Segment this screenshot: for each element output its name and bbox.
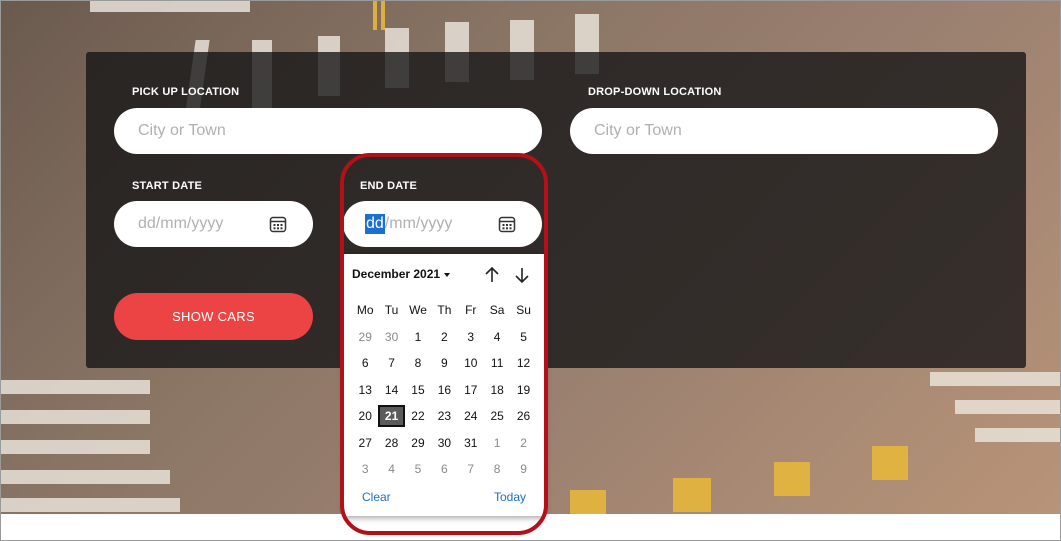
day-cell[interactable]: 20 bbox=[352, 405, 378, 427]
end-date-rest: /mm/yyyy bbox=[384, 215, 453, 232]
clear-button[interactable]: Clear bbox=[362, 490, 391, 504]
calendar-week-row: 13 14 15 16 17 18 19 bbox=[352, 377, 537, 404]
day-cell[interactable]: 19 bbox=[510, 379, 536, 401]
calendar-icon[interactable] bbox=[269, 215, 287, 233]
day-cell[interactable]: 28 bbox=[378, 432, 404, 454]
end-date-day-segment[interactable]: dd bbox=[365, 214, 385, 234]
day-cell[interactable]: 6 bbox=[431, 458, 457, 480]
weekday-label: Th bbox=[437, 303, 452, 318]
day-cell[interactable]: 17 bbox=[458, 379, 484, 401]
day-cell[interactable]: 14 bbox=[378, 379, 404, 401]
day-cell[interactable]: 30 bbox=[431, 432, 457, 454]
day-cell[interactable]: 9 bbox=[510, 458, 536, 480]
start-date-placeholder: dd/mm/yyyy bbox=[138, 215, 224, 232]
month-year-dropdown[interactable]: December 2021 bbox=[352, 267, 451, 281]
day-cell[interactable]: 25 bbox=[484, 405, 510, 427]
day-cell[interactable]: 24 bbox=[458, 405, 484, 427]
today-button[interactable]: Today bbox=[494, 490, 526, 504]
day-cell[interactable]: 3 bbox=[352, 458, 378, 480]
calendar-week-row: 20 21 22 23 24 25 26 bbox=[352, 403, 537, 430]
day-cell[interactable]: 4 bbox=[378, 458, 404, 480]
caret-down-icon bbox=[444, 272, 451, 277]
day-cell[interactable]: 22 bbox=[405, 405, 431, 427]
day-cell[interactable]: 1 bbox=[484, 432, 510, 454]
arrow-down-icon[interactable] bbox=[512, 265, 532, 285]
day-cell[interactable]: 26 bbox=[510, 405, 536, 427]
day-cell[interactable]: 2 bbox=[431, 326, 457, 348]
calendar-week-row: 3456789 bbox=[352, 456, 537, 483]
calendar-week-row: 6 7 8 9 10 11 12 bbox=[352, 350, 537, 377]
arrow-up-icon[interactable] bbox=[482, 265, 502, 285]
page: PICK UP LOCATION City or Town DROP-DOWN … bbox=[0, 0, 1061, 541]
day-cell[interactable]: 7 bbox=[458, 458, 484, 480]
calendar-week-row: 27 28 29 30 31 1 2 bbox=[352, 430, 537, 457]
month-year-label: December 2021 bbox=[352, 267, 441, 281]
weekday-label: Mo bbox=[356, 303, 374, 318]
calendar-grid: Mo Tu We Th Fr Sa Su 29 30 1 2 3 4 5 6 7 8 9 10 11 12 13 14 15 1… bbox=[352, 297, 537, 483]
day-cell[interactable]: 9 bbox=[431, 352, 457, 374]
day-cell[interactable]: 30 bbox=[378, 326, 404, 348]
weekday-label: Tu bbox=[384, 303, 399, 318]
weekday-header-row: Mo Tu We Th Fr Sa Su bbox=[352, 297, 537, 324]
show-cars-button[interactable]: SHOW CARS bbox=[114, 293, 313, 340]
date-picker-popup: December 2021 Mo Tu We Th Fr Sa Su 29 30 1 2 3 4 5 6 7 8… bbox=[344, 254, 545, 516]
weekday-label: Fr bbox=[465, 303, 477, 318]
dropoff-location-label: DROP-DOWN LOCATION bbox=[588, 86, 722, 98]
selected-day-cell[interactable]: 21 bbox=[378, 405, 405, 428]
day-cell[interactable]: 6 bbox=[352, 352, 378, 374]
pickup-location-placeholder: City or Town bbox=[138, 122, 226, 139]
day-cell[interactable]: 16 bbox=[431, 379, 457, 401]
weekday-label: Sa bbox=[489, 303, 505, 318]
day-cell[interactable]: 1 bbox=[405, 326, 431, 348]
start-date-label: START DATE bbox=[132, 180, 203, 192]
pickup-location-label: PICK UP LOCATION bbox=[132, 86, 240, 98]
weekday-label: Su bbox=[516, 303, 531, 318]
day-cell[interactable]: 27 bbox=[352, 432, 378, 454]
day-cell[interactable]: 3 bbox=[458, 326, 484, 348]
day-cell[interactable]: 5 bbox=[405, 458, 431, 480]
day-cell[interactable]: 11 bbox=[484, 352, 510, 374]
day-cell[interactable]: 10 bbox=[458, 352, 484, 374]
day-cell[interactable]: 23 bbox=[431, 405, 457, 427]
day-cell[interactable]: 29 bbox=[405, 432, 431, 454]
page-footer-area bbox=[0, 514, 1061, 541]
day-cell[interactable]: 2 bbox=[510, 432, 536, 454]
day-cell[interactable]: 8 bbox=[484, 458, 510, 480]
pickup-location-input[interactable]: City or Town bbox=[114, 108, 542, 154]
day-cell[interactable]: 15 bbox=[405, 379, 431, 401]
weekday-label: We bbox=[409, 303, 427, 318]
start-date-input[interactable]: dd/mm/yyyy bbox=[114, 201, 313, 247]
day-cell[interactable]: 8 bbox=[405, 352, 431, 374]
day-cell[interactable]: 13 bbox=[352, 379, 378, 401]
day-cell[interactable]: 7 bbox=[378, 352, 404, 374]
end-date-input[interactable]: dd/mm/yyyy bbox=[343, 201, 542, 247]
day-cell[interactable]: 4 bbox=[484, 326, 510, 348]
end-date-label: END DATE bbox=[360, 180, 418, 192]
day-cell[interactable]: 5 bbox=[510, 326, 536, 348]
day-cell[interactable]: 12 bbox=[510, 352, 536, 374]
dropoff-location-placeholder: City or Town bbox=[594, 122, 682, 139]
calendar-week-row: 29 30 1 2 3 4 5 bbox=[352, 324, 537, 351]
day-cell[interactable]: 31 bbox=[458, 432, 484, 454]
day-cell[interactable]: 18 bbox=[484, 379, 510, 401]
calendar-icon[interactable] bbox=[498, 215, 516, 233]
dropoff-location-input[interactable]: City or Town bbox=[570, 108, 998, 154]
day-cell[interactable]: 29 bbox=[352, 326, 378, 348]
